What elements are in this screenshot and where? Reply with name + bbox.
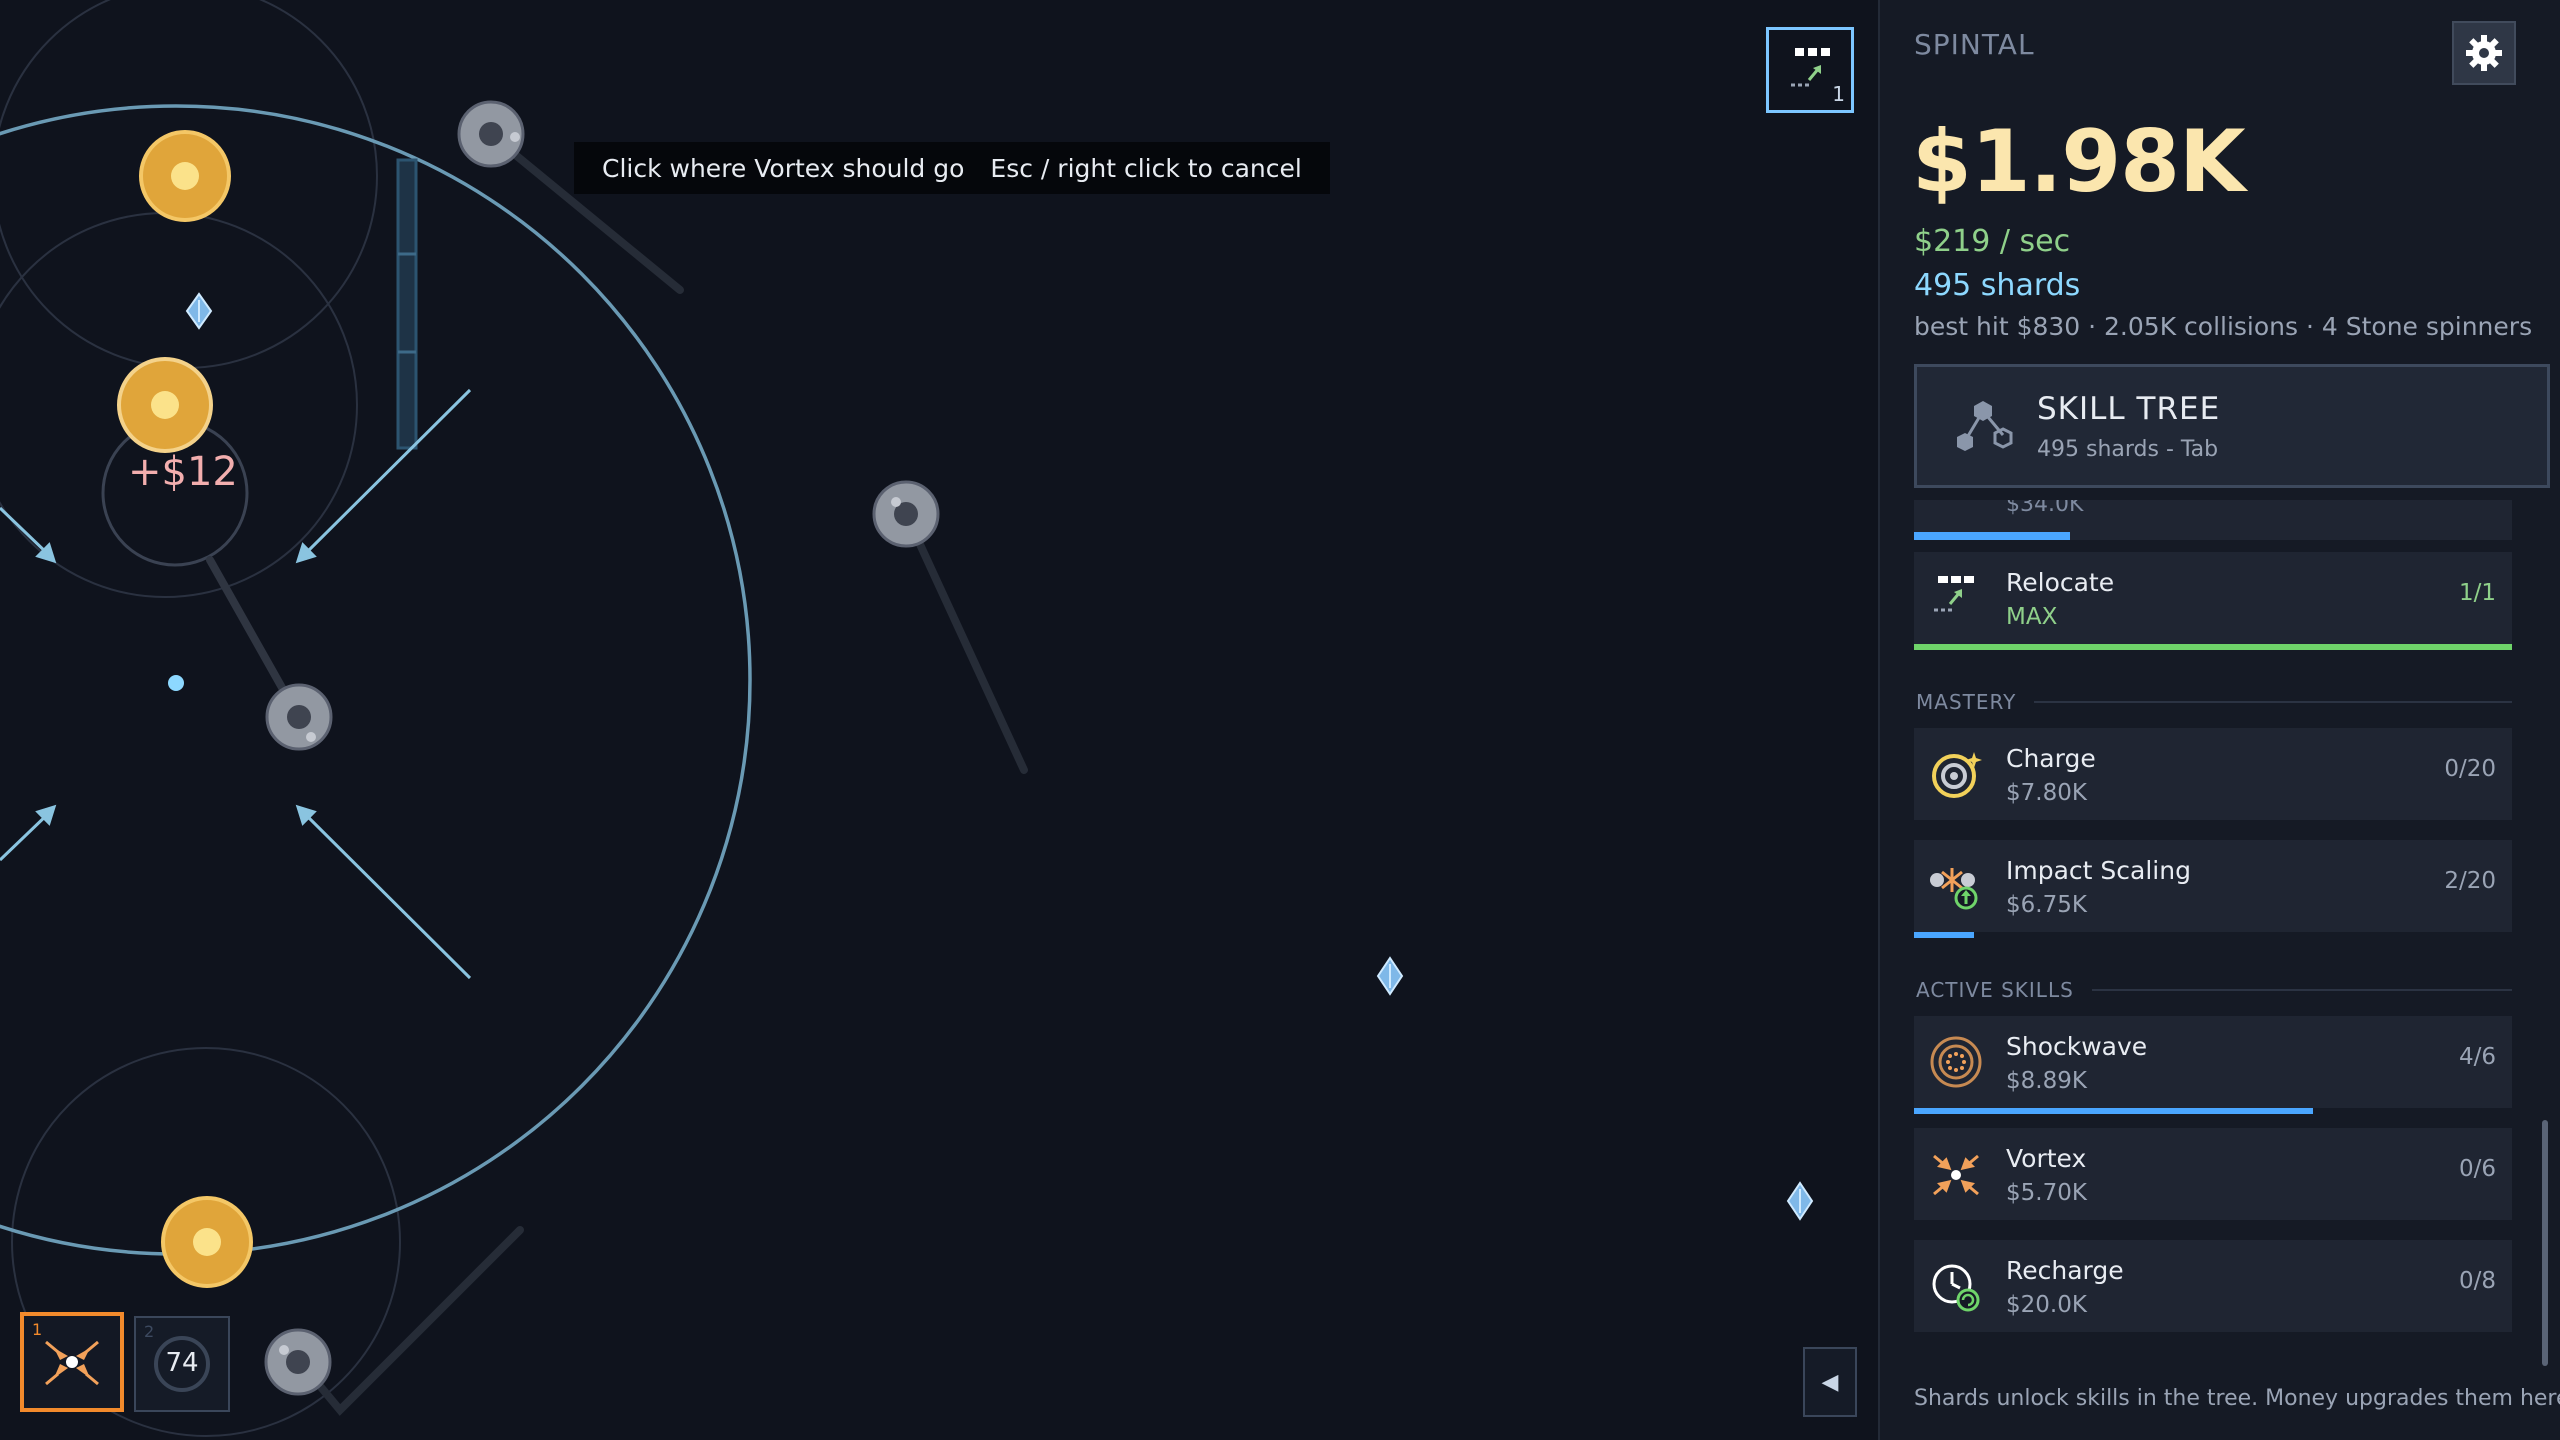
stone-spinner <box>265 683 333 751</box>
upgrade-name: Impact Scaling <box>2006 856 2191 885</box>
upgrade-row-partial[interactable]: $34.0K <box>1914 500 2512 540</box>
hint-text: Click where Vortex should go <box>602 153 965 183</box>
upgrade-name: Charge <box>2006 744 2096 773</box>
stats-line: best hit $830 · 2.05K collisions · 4 Sto… <box>1914 312 2533 341</box>
app-title: SPINTAL <box>1914 28 2035 61</box>
upgrade-cost: $5.70K <box>2006 1180 2087 1206</box>
relocate-count: 1 <box>1832 82 1845 106</box>
upgrade-row-shockwave[interactable]: Shockwave $8.89K 4/6 <box>1914 1016 2512 1114</box>
upgrade-cost: $34.0K <box>2006 500 2084 517</box>
collapse-panel-button[interactable]: ◀ <box>1803 1347 1857 1417</box>
sidebar: SPINTAL $1.98K $219 / sec 495 shards bes… <box>1878 0 2560 1440</box>
upgrade-cost: $6.75K <box>2006 892 2087 918</box>
section-title: ACTIVE SKILLS <box>1916 978 2074 1002</box>
upgrade-level: 0/8 <box>2458 1268 2496 1294</box>
playfield[interactable]: +$12 Click where Vortex should go Esc / … <box>0 0 1878 1440</box>
upgrade-level: 1/1 <box>2458 580 2496 606</box>
hint-cancel: Esc / right click to cancel <box>990 153 1302 183</box>
upgrade-progress-bar <box>1914 1108 2313 1114</box>
vortex-icon <box>1933 1154 1979 1196</box>
shard-diamond <box>1376 956 1404 996</box>
upgrade-name: Recharge <box>2006 1256 2124 1285</box>
upgrade-progress-bar <box>1914 932 1974 938</box>
upgrade-level: 2/20 <box>2444 868 2496 894</box>
cooldown-value: 74 <box>165 1348 199 1378</box>
shard-diamond <box>185 292 213 330</box>
gold-spinner <box>117 357 213 453</box>
gold-spinner <box>139 130 231 222</box>
skill-tree-button[interactable]: SKILL TREE 495 shards - Tab <box>1914 364 2550 488</box>
vortex-center-dot <box>168 675 184 691</box>
triangle-left-icon: ◀ <box>1821 1369 1839 1395</box>
skill-tree-subtitle: 495 shards - Tab <box>2037 437 2219 462</box>
vortex-zone-circle <box>0 104 752 1256</box>
upgrade-row-recharge[interactable]: Recharge $20.0K 0/8 <box>1914 1240 2512 1332</box>
upgrade-cost: $8.89K <box>2006 1068 2087 1094</box>
wall-barrier <box>396 158 418 450</box>
upgrade-list[interactable]: $34.0K Relocate MAX 1/1 MASTERY Charge $… <box>1914 500 2554 1380</box>
impact-scaling-icon <box>1930 868 1978 910</box>
clock-icon <box>1932 1264 1980 1312</box>
settings-button[interactable] <box>2452 21 2516 85</box>
relocate-icon <box>1934 576 1974 612</box>
upgrade-progress-bar <box>1914 644 2512 650</box>
stone-spinner <box>457 100 525 168</box>
upgrade-name: Shockwave <box>2006 1032 2148 1061</box>
shockwave-icon <box>1930 1036 1982 1088</box>
skill-tree-icon <box>1957 401 2013 451</box>
upgrade-level: 0/6 <box>2458 1156 2496 1182</box>
placement-hint: Click where Vortex should go Esc / right… <box>574 142 1330 194</box>
upgrade-level: 4/6 <box>2458 1044 2496 1070</box>
gear-icon <box>2466 35 2502 71</box>
skill-tree-title: SKILL TREE <box>2037 391 2221 427</box>
stone-spinner <box>872 480 940 548</box>
upgrade-progress-bar <box>1914 532 2070 540</box>
hotbar-slot-vortex[interactable]: 1 <box>20 1312 124 1412</box>
money-total: $1.98K <box>1912 112 2246 212</box>
money-rate: $219 / sec <box>1914 224 2071 259</box>
upgrade-list-scrollbar[interactable] <box>2542 1120 2548 1366</box>
shard-diamond <box>1786 1181 1814 1221</box>
upgrade-level: 0/20 <box>2444 756 2496 782</box>
hotbar-slot-shockwave-cooldown[interactable]: 2 74 <box>134 1316 230 1412</box>
gold-spinner <box>161 1196 253 1288</box>
upgrade-cost: $20.0K <box>2006 1292 2087 1318</box>
section-header-active-skills: ACTIVE SKILLS <box>1916 978 2512 1002</box>
section-header-mastery: MASTERY <box>1916 690 2512 714</box>
upgrade-cost: MAX <box>2006 604 2058 630</box>
shard-count: 495 shards <box>1914 268 2081 303</box>
upgrade-name: Vortex <box>2006 1144 2087 1173</box>
footer-hint: Shards unlock skills in the tree. Money … <box>1914 1386 2560 1411</box>
arena-canvas[interactable]: +$12 <box>0 0 1878 1440</box>
floating-money-text: +$12 <box>128 449 238 495</box>
upgrade-cost: $7.80K <box>2006 780 2087 806</box>
charge-icon <box>1932 752 1982 798</box>
upgrade-row-relocate[interactable]: Relocate MAX 1/1 <box>1914 552 2512 650</box>
vortex-icon <box>45 1340 99 1386</box>
stone-spinner <box>264 1328 332 1396</box>
relocate-button[interactable]: 1 <box>1766 27 1854 113</box>
upgrade-row-vortex[interactable]: Vortex $5.70K 0/6 <box>1914 1128 2512 1220</box>
upgrade-row-charge[interactable]: Charge $7.80K 0/20 <box>1914 728 2512 820</box>
upgrade-row-impact-scaling[interactable]: Impact Scaling $6.75K 2/20 <box>1914 840 2512 938</box>
section-title: MASTERY <box>1916 690 2017 714</box>
upgrade-name: Relocate <box>2006 568 2115 597</box>
